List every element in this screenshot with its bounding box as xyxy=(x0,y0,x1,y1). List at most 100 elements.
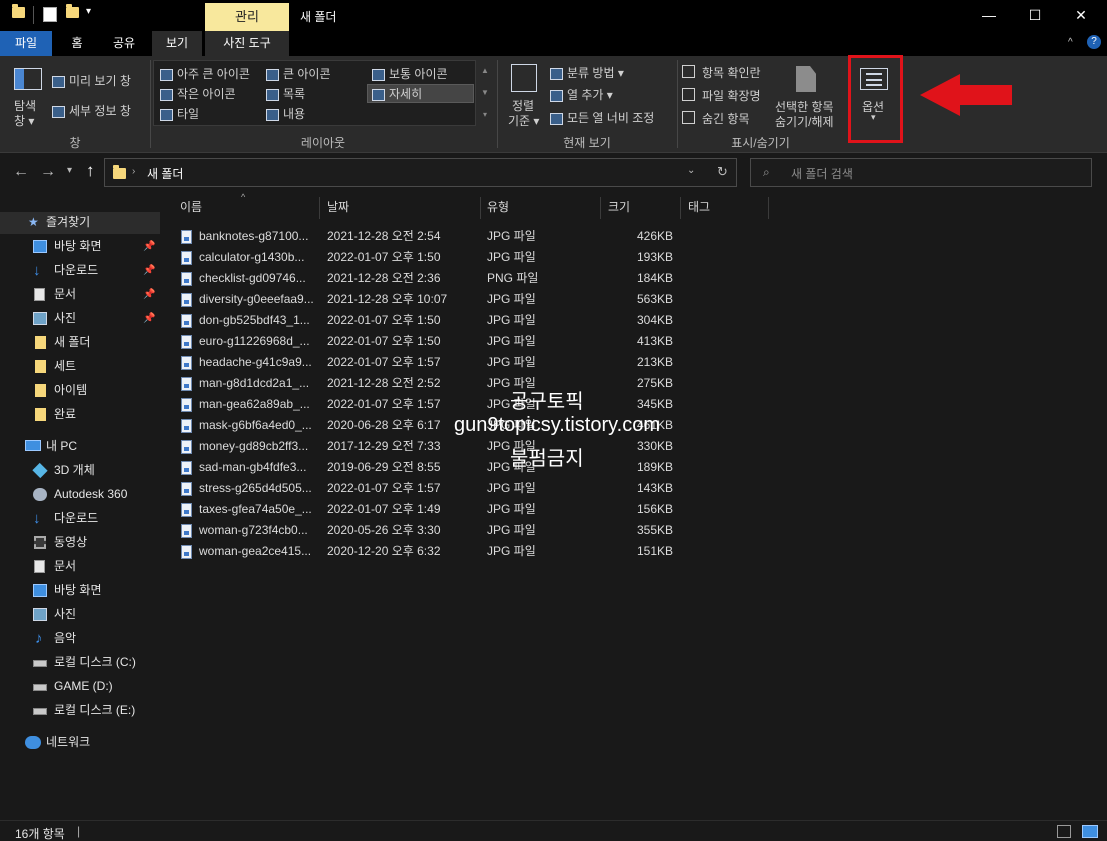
file-row[interactable]: headache-g41c9a9... 2022-01-07 오후 1:57 JPG… xyxy=(176,352,686,373)
nav-item-item[interactable]: 아이템 xyxy=(0,379,160,402)
pin-icon[interactable]: 📌 xyxy=(143,283,155,306)
search-box[interactable]: ⌕ 새 폴더 검색 xyxy=(750,158,1092,187)
file-row[interactable]: diversity-g0eeefaa9... 2021-12-28 오후 10:0… xyxy=(176,289,686,310)
file-row[interactable]: woman-gea2ce415... 2020-12-20 오후 6:32 JPG … xyxy=(176,541,686,562)
close-button[interactable]: ✕ xyxy=(1058,0,1104,31)
minimize-button[interactable]: — xyxy=(966,0,1012,31)
tab-picture-tools[interactable]: 사진 도구 xyxy=(205,31,289,56)
help-icon[interactable]: ? xyxy=(1087,35,1101,49)
nav-item-pc-desktop[interactable]: 바탕 화면 xyxy=(0,579,160,602)
address-dropdown-icon[interactable]: ⌄ xyxy=(687,165,695,176)
tab-share[interactable]: 공유 xyxy=(104,31,144,56)
column-tags[interactable]: 태그 xyxy=(688,195,710,219)
properties-icon[interactable] xyxy=(43,7,57,22)
file-row[interactable]: man-gea62a89ab_... 2022-01-07 오후 1:57 JPG … xyxy=(176,394,686,415)
recent-locations-icon[interactable]: ▾ xyxy=(67,165,72,176)
file-row[interactable]: don-gb525bdf43_1... 2022-01-07 오후 1:50 JPG… xyxy=(176,310,686,331)
add-columns-button[interactable]: 열 추가 ▾ xyxy=(550,86,613,103)
preview-pane-button[interactable]: 미리 보기 창 xyxy=(52,72,131,89)
gallery-scroll-icon[interactable]: ▲ ▼ ▾ xyxy=(478,60,492,126)
nav-item-autodesk[interactable]: Autodesk 360 xyxy=(0,483,160,506)
customize-qat-icon[interactable]: ▾ xyxy=(86,6,91,17)
file-row[interactable]: sad-man-gb4fdfe3... 2019-06-29 오전 8:55 JPG… xyxy=(176,457,686,478)
pin-icon[interactable]: 📌 xyxy=(143,235,155,258)
layout-large-icons[interactable]: 큰 아이콘 xyxy=(266,65,331,82)
nav-item-documents[interactable]: 문서 📌 xyxy=(0,283,160,306)
nav-item-new-folder[interactable]: 새 폴더 xyxy=(0,331,160,354)
file-row[interactable]: money-gd89cb2ff3... 2017-12-29 오전 7:33 JPG… xyxy=(176,436,686,457)
nav-item-drive-e[interactable]: 로컬 디스크 (E:) xyxy=(0,699,160,722)
column-divider[interactable] xyxy=(768,197,769,219)
layout-small-icons[interactable]: 작은 아이콘 xyxy=(160,85,236,102)
tab-file[interactable]: 파일 xyxy=(0,31,52,56)
large-icons-view-icon[interactable] xyxy=(1082,825,1098,838)
hidden-items-checkbox[interactable] xyxy=(682,111,695,124)
column-divider[interactable] xyxy=(600,197,601,219)
maximize-button[interactable]: ☐ xyxy=(1012,0,1058,31)
column-date[interactable]: 날짜 xyxy=(327,195,349,219)
sort-by-label-2[interactable]: 기준 ▾ xyxy=(508,112,539,129)
file-row[interactable]: banknotes-g87100... 2021-12-28 오전 2:54 JPG… xyxy=(176,226,686,247)
nav-pane-label-2[interactable]: 창 ▾ xyxy=(14,112,34,129)
column-divider[interactable] xyxy=(319,197,320,219)
nav-this-pc[interactable]: 내 PC xyxy=(0,435,160,458)
nav-item-music[interactable]: ♪ 음악 xyxy=(0,627,160,650)
file-row[interactable]: woman-g723f4cb0... 2020-05-26 오후 3:30 JPG … xyxy=(176,520,686,541)
new-folder-icon[interactable] xyxy=(66,4,79,21)
nav-item-desktop[interactable]: 바탕 화면 📌 xyxy=(0,235,160,258)
file-row[interactable]: checklist-gd09746... 2021-12-28 오전 2:36 PN… xyxy=(176,268,686,289)
nav-item-drive-d[interactable]: GAME (D:) xyxy=(0,675,160,698)
nav-item-videos[interactable]: 동영상 xyxy=(0,531,160,554)
file-row[interactable]: calculator-g1430b... 2022-01-07 오후 1:50 JP… xyxy=(176,247,686,268)
nav-item-3d-objects[interactable]: 3D 개체 xyxy=(0,459,160,482)
nav-item-done[interactable]: 완료 xyxy=(0,403,160,426)
nav-item-pc-downloads[interactable]: ↓ 다운로드 xyxy=(0,507,160,530)
up-arrow-icon[interactable]: ↑ xyxy=(86,161,95,181)
collapse-ribbon-icon[interactable]: ^ xyxy=(1068,37,1073,48)
tab-home[interactable]: 홈 xyxy=(62,31,92,56)
breadcrumb-current-folder[interactable]: 새 폴더 xyxy=(147,165,183,182)
file-row[interactable]: stress-g265d4d505... 2022-01-07 오후 1:57 JP… xyxy=(176,478,686,499)
layout-list[interactable]: 목록 xyxy=(266,85,305,102)
breadcrumb-chevron-icon[interactable]: › xyxy=(132,166,135,177)
nav-item-pc-documents[interactable]: 문서 xyxy=(0,555,160,578)
layout-details[interactable]: 자세히 xyxy=(372,85,422,102)
details-pane-button[interactable]: 세부 정보 창 xyxy=(52,102,131,119)
file-extensions-checkbox[interactable] xyxy=(682,88,695,101)
address-bar[interactable]: › 새 폴더 ⌄ ↻ xyxy=(104,158,737,187)
tab-view[interactable]: 보기 xyxy=(152,31,202,56)
nav-quick-access[interactable]: ★ 즐겨찾기 xyxy=(0,211,160,234)
file-row[interactable]: euro-g11226968d_... 2022-01-07 오후 1:50 JPG… xyxy=(176,331,686,352)
nav-item-pc-pictures[interactable]: 사진 xyxy=(0,603,160,626)
file-date: 2022-01-07 오후 1:50 xyxy=(327,313,441,327)
file-row[interactable]: man-g8d1dcd2a1_... 2021-12-28 오전 2:52 JPG … xyxy=(176,373,686,394)
hide-selected-label-2[interactable]: 숨기기/해제 xyxy=(775,113,834,130)
layout-medium-icons[interactable]: 보통 아이콘 xyxy=(372,65,448,82)
back-arrow-icon[interactable]: ← xyxy=(13,163,29,181)
network-icon xyxy=(25,736,41,749)
forward-arrow-icon[interactable]: → xyxy=(40,163,56,181)
nav-network[interactable]: 네트워크 xyxy=(0,731,160,754)
nav-item-drive-c[interactable]: 로컬 디스크 (C:) xyxy=(0,651,160,674)
pin-icon[interactable]: 📌 xyxy=(143,307,155,330)
size-all-columns-button[interactable]: 모든 열 너비 조정 xyxy=(550,109,654,126)
pin-icon[interactable]: 📌 xyxy=(143,259,155,282)
nav-item-pictures[interactable]: 사진 📌 xyxy=(0,307,160,330)
column-type[interactable]: 유형 xyxy=(487,195,509,219)
context-tab-manage[interactable]: 관리 xyxy=(205,3,289,31)
column-name[interactable]: 이름 xyxy=(180,195,202,219)
item-checkboxes-checkbox[interactable] xyxy=(682,65,695,78)
column-divider[interactable] xyxy=(680,197,681,219)
details-view-icon[interactable] xyxy=(1057,825,1071,838)
refresh-icon[interactable]: ↻ xyxy=(717,164,728,180)
layout-content[interactable]: 내용 xyxy=(266,105,305,122)
column-divider[interactable] xyxy=(480,197,481,219)
nav-item-set[interactable]: 세트 xyxy=(0,355,160,378)
nav-item-downloads[interactable]: ↓ 다운로드 📌 xyxy=(0,259,160,282)
column-size[interactable]: 크기 xyxy=(608,195,630,219)
layout-tiles[interactable]: 타일 xyxy=(160,105,199,122)
file-row[interactable]: taxes-gfea74a50e_... 2022-01-07 오후 1:49 JP… xyxy=(176,499,686,520)
file-size: 275KB xyxy=(636,376,673,390)
layout-extra-large-icons[interactable]: 아주 큰 아이콘 xyxy=(160,65,250,82)
group-by-button[interactable]: 분류 방법 ▾ xyxy=(550,64,624,81)
